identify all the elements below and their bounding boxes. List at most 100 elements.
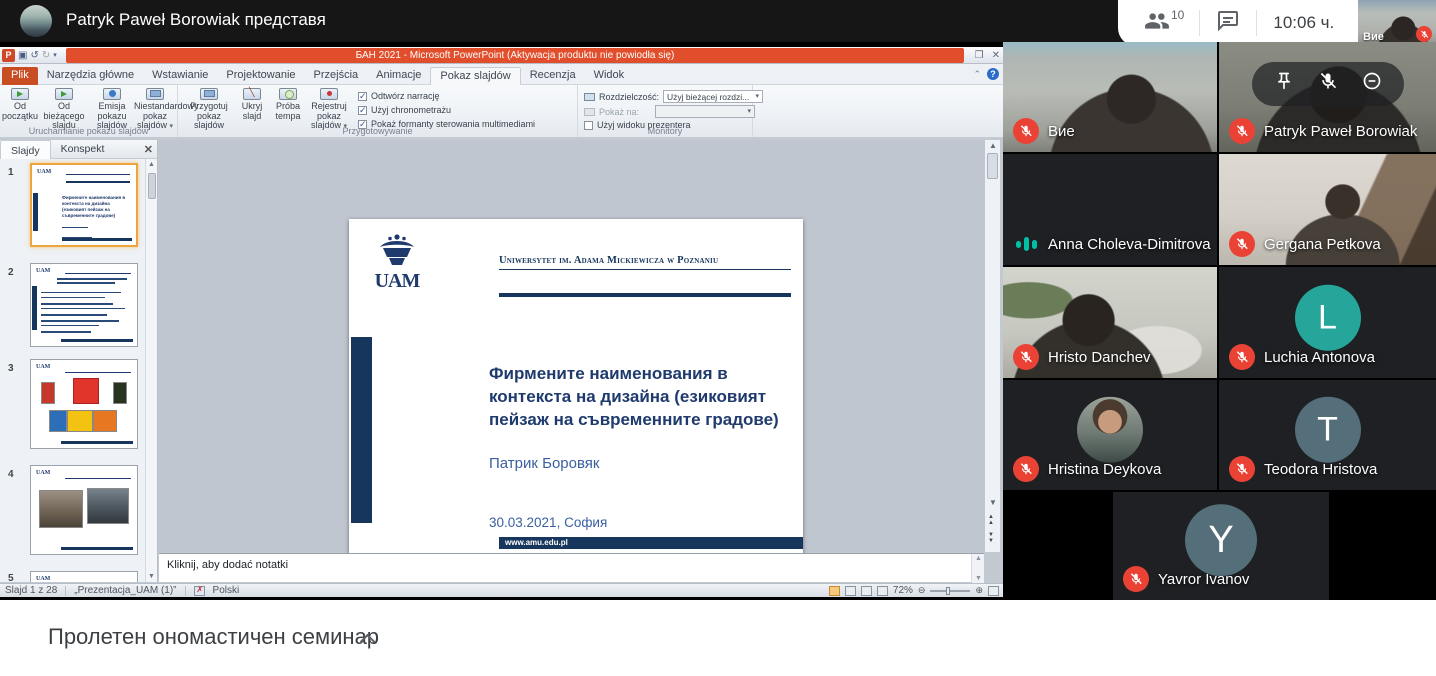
tab-pokaz-slajdow[interactable]: Pokaz slajdów [430,67,520,85]
tile-yavror[interactable]: Y Yavror Ivanov [1113,492,1329,600]
window-title: БАН 2021 - Microsoft PowerPoint (Aktywac… [66,48,964,63]
mute-participant-icon[interactable] [1318,71,1338,96]
participants-button[interactable]: 10 [1144,8,1183,39]
slide-sorter-view-button[interactable] [845,586,856,596]
pin-icon[interactable] [1274,71,1294,96]
zoom-slider[interactable] [930,590,970,592]
rehearse-timings-button[interactable]: Próba tempa [272,88,304,121]
tab-konspekt[interactable]: Konspekt [51,141,115,157]
tile-hristo[interactable]: Hristo Danchev [1003,267,1217,378]
from-current-slide-button[interactable]: Od bieżącego slajdu [40,88,88,131]
slide-number: 2 [8,267,14,278]
vertical-scrollbar[interactable]: ▲ ▼ ▲▲ ▼▼ [984,140,1000,552]
meet-window: Patryk Paweł Borowiak представя 10 10:06… [0,0,1436,676]
tab-narzedzia-glowne[interactable]: Narzędzia główne [38,67,143,85]
scroll-up-icon[interactable]: ▲ [975,555,982,562]
broadcast-slideshow-button[interactable]: Emisja pokazu slajdów [90,88,134,131]
slide-thumbnail-3[interactable]: UAM [30,359,138,449]
chat-button[interactable] [1216,9,1240,38]
ribbon-tab-bar: Plik Narzędzia główne Wstawianie Projekt… [0,64,1003,85]
slide-date[interactable]: 30.03.2021, София [489,515,607,530]
tab-slajdy[interactable]: Slajdy [0,140,51,159]
undo-icon[interactable]: ↺ [30,49,38,62]
language-indicator[interactable]: Polski [213,585,240,596]
slide-author[interactable]: Патрик Боровяк [489,455,599,472]
slide-thumbnail-4[interactable]: UAM [30,465,138,555]
remove-participant-icon[interactable] [1362,71,1382,96]
tab-animacje[interactable]: Animacje [367,67,430,85]
ppt-title-bar[interactable]: P ▣ ↺ ↻ ▾ БАН 2021 - Microsoft PowerPoin… [0,47,1003,64]
tab-przejscia[interactable]: Przejścia [305,67,368,85]
slide-thumbnail-5[interactable]: UAM [30,571,138,582]
mic-muted-icon [1013,344,1039,370]
save-icon[interactable]: ▣ [18,49,27,62]
shared-screen-powerpoint: P ▣ ↺ ↻ ▾ БАН 2021 - Microsoft PowerPoin… [0,47,1003,597]
scroll-up-icon[interactable]: ▲ [989,141,997,150]
from-beginning-button[interactable]: Od początku [2,88,38,121]
hide-slide-icon [243,88,261,100]
notes-pane[interactable]: Kliknij, aby dodać notatki ▲ ▼ [159,553,984,582]
powerpoint-app-icon[interactable]: P [2,49,15,62]
previous-slide-button[interactable]: ▲▲ [988,514,993,526]
slide-number: 5 [8,573,14,582]
tile-luchia[interactable]: L Luchia Antonova [1219,267,1436,378]
fit-to-window-button[interactable] [988,586,999,596]
eagle-emblem-icon [377,233,417,267]
close-icon[interactable]: ✕ [144,143,153,156]
slide-thumbnail-1[interactable]: UAM Фирмените наименования в контекста н… [30,163,138,247]
scroll-up-icon[interactable]: ▲ [148,161,155,168]
play-narrations-checkbox[interactable]: Odtwórz narrację [358,91,568,101]
tile-hristina[interactable]: Hristina Deykova [1003,380,1217,490]
set-up-slideshow-button[interactable]: Przygotuj pokaz slajdów [184,88,234,131]
tab-recenzja[interactable]: Recenzja [521,67,585,85]
self-view-thumbnail[interactable]: Вие [1358,0,1436,46]
zoom-out-button[interactable]: ⊖ [918,585,926,596]
next-slide-button[interactable]: ▼▼ [988,532,993,544]
close-window-button[interactable]: ✕ [992,49,1000,62]
normal-view-button[interactable] [829,586,840,596]
participant-name: Patryk Paweł Borowiak [1264,123,1417,140]
meeting-name[interactable]: Пролетен ономастичен семинар [48,624,379,650]
scroll-down-icon[interactable]: ▼ [975,575,982,582]
participant-name: Gergana Petkova [1264,236,1381,253]
tab-widok[interactable]: Widok [585,67,634,85]
show-on-dropdown[interactable]: ▾ [655,105,755,118]
slide-title[interactable]: Фирмените наименования в контекста на ди… [489,362,794,431]
top-bar: Patryk Paweł Borowiak представя 10 10:06… [0,0,1436,42]
tile-teodora[interactable]: T Teodora Hristova [1219,380,1436,490]
slide-canvas[interactable]: UAM Uniwersytet im. Adama Mickiewicza w … [349,219,803,563]
tab-projektowanie[interactable]: Projektowanie [217,67,304,85]
help-icon[interactable]: ? [987,68,999,80]
use-timings-checkbox[interactable]: Użyj chronometrażu [358,105,568,115]
scroll-down-icon[interactable]: ▼ [989,498,997,507]
clock-icon [279,88,297,100]
slide-footer-url: www.amu.edu.pl [499,537,803,549]
collapse-ribbon-icon[interactable]: ⌃ [973,69,981,80]
slide-number: 3 [8,363,14,374]
qat-dropdown-icon[interactable]: ▾ [53,49,57,62]
hide-slide-button[interactable]: Ukryj slajd [236,88,268,121]
resolution-dropdown[interactable]: Użyj bieżącej rozdzi...▾ [663,90,763,103]
custom-slideshow-button[interactable]: Niestandardowy pokaz slajdów ▾ [134,88,176,132]
broadcast-icon [103,88,121,100]
tile-anna[interactable]: Anna Choleva-Dimitrova [1003,154,1217,265]
notes-placeholder[interactable]: Kliknij, aby dodać notatki [167,559,288,571]
restore-window-button[interactable]: ❐ [975,49,984,62]
scroll-down-icon[interactable]: ▼ [148,573,155,580]
spellcheck-icon[interactable] [194,586,205,596]
tab-plik[interactable]: Plik [2,67,38,85]
record-slideshow-button[interactable]: Rejestruj pokaz slajdów ▾ [306,88,352,132]
notes-scrollbar[interactable]: ▲ ▼ [971,554,984,583]
tab-wstawianie[interactable]: Wstawianie [143,67,217,85]
redo-icon[interactable]: ↻ [42,49,50,62]
slide-panel-scrollbar[interactable]: ▲ ▼ [145,159,157,582]
slideshow-view-button[interactable] [877,586,888,596]
tile-patryk[interactable]: Patryk Paweł Borowiak [1219,42,1436,152]
ribbon-group-set-up: Przygotuj pokaz slajdów Ukryj slajd Prób… [178,85,578,137]
slide-thumbnail-2[interactable]: UAM [30,263,138,347]
zoom-in-button[interactable]: ⊕ [975,585,983,596]
reading-view-button[interactable] [861,586,872,596]
tile-gergana[interactable]: Gergana Petkova [1219,154,1436,265]
ribbon-group-monitors: Rozdzielczość: Użyj bieżącej rozdzi...▾ … [578,85,753,137]
tile-vie[interactable]: Вие [1003,42,1217,152]
